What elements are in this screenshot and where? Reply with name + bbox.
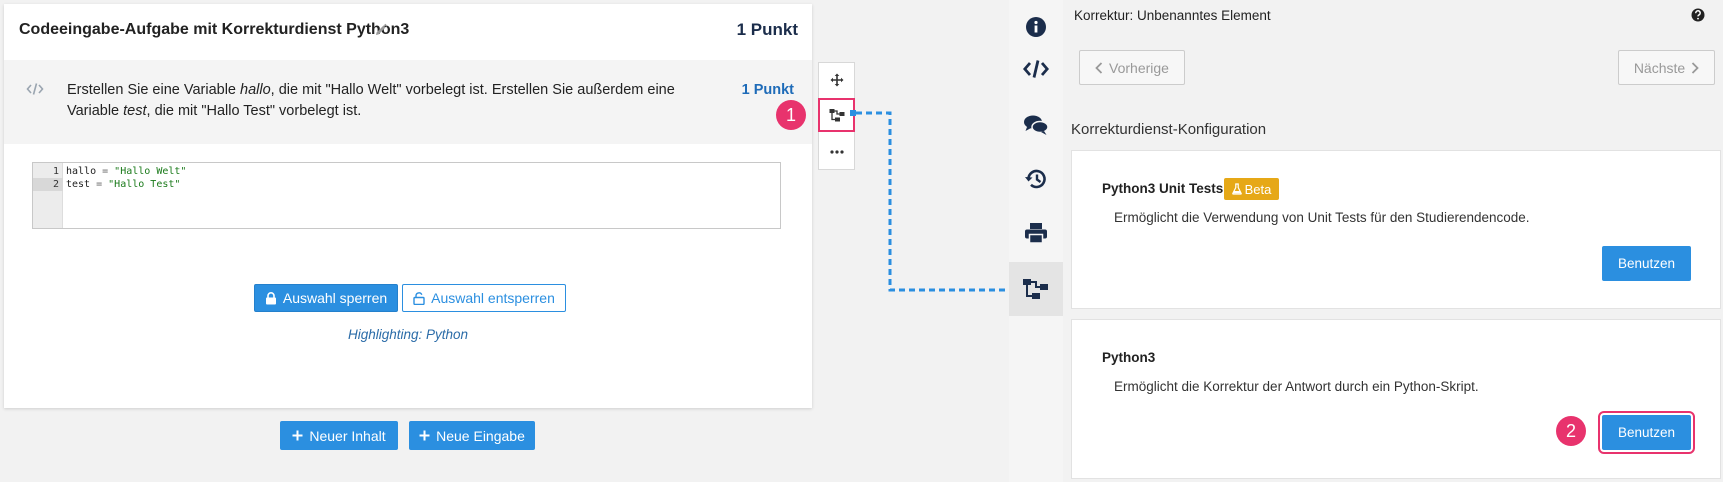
unlock-selection-button[interactable]: Auswahl entsperren bbox=[402, 284, 566, 312]
question-text-part: Erstellen Sie eine Variable bbox=[67, 82, 241, 98]
code-tag-icon bbox=[26, 82, 44, 96]
print-icon bbox=[1025, 223, 1047, 244]
info-icon bbox=[1026, 17, 1046, 37]
rail-item-code[interactable] bbox=[1009, 42, 1063, 96]
task-title: Codeeingabe-Aufgabe mit Korrekturdienst … bbox=[19, 21, 410, 38]
new-content-label: Neuer Inhalt bbox=[309, 427, 386, 444]
next-button[interactable]: Nächste bbox=[1618, 50, 1715, 85]
service-name: Python3 bbox=[1102, 350, 1156, 365]
unlock-selection-label: Auswahl entsperren bbox=[431, 290, 555, 306]
rail-item-print[interactable] bbox=[1009, 206, 1063, 260]
code-string: "Hallo Test" bbox=[108, 179, 181, 190]
code-line[interactable]: 2 test = "Hallo Test" bbox=[33, 178, 781, 191]
more-options-tool[interactable] bbox=[819, 135, 854, 169]
sidebar-rail bbox=[1009, 0, 1063, 482]
history-icon bbox=[1025, 169, 1046, 189]
next-label: Nächste bbox=[1633, 59, 1686, 76]
task-header: Codeeingabe-Aufgabe mit Korrekturdienst … bbox=[4, 4, 812, 60]
question-variable: test bbox=[123, 103, 147, 119]
new-input-label: Neue Eingabe bbox=[436, 427, 525, 444]
section-title: Korrekturdienst-Konfiguration bbox=[1071, 121, 1267, 138]
lock-icon bbox=[265, 291, 276, 304]
correction-panel: Korrektur: Unbenanntes Element Vorherige… bbox=[1063, 0, 1723, 482]
service-card: Python3 Ermöglicht die Korrektur der Ant… bbox=[1071, 319, 1721, 479]
code-line[interactable]: 1 hallo = "Hallo Welt" bbox=[33, 165, 781, 178]
connector-line bbox=[850, 110, 1008, 292]
pencil-icon[interactable] bbox=[374, 23, 388, 37]
question-text-part: , die mit "Hallo Test" vorbelegt ist. bbox=[146, 103, 362, 119]
service-description: Ermöglicht die Korrektur der Antwort dur… bbox=[1114, 379, 1479, 394]
move-handle[interactable] bbox=[819, 63, 854, 97]
question-row[interactable]: Erstellen Sie eine Variable hallo , die m… bbox=[4, 60, 812, 144]
plus-icon bbox=[419, 430, 430, 441]
code-operator: = bbox=[96, 166, 115, 177]
service-description: Ermöglicht die Verwendung von Unit Tests… bbox=[1114, 210, 1530, 225]
code-string: "Hallo Welt" bbox=[114, 166, 187, 177]
code-icon bbox=[1023, 60, 1049, 78]
question-text: Erstellen Sie eine Variable hallo , die m… bbox=[67, 80, 707, 122]
lock-selection-button[interactable]: Auswahl sperren bbox=[254, 284, 398, 312]
chevron-right-icon bbox=[1692, 61, 1699, 74]
task-points: 1 Punkt bbox=[736, 20, 798, 39]
move-icon bbox=[830, 73, 843, 87]
plus-icon bbox=[292, 430, 303, 441]
flask-icon bbox=[1231, 183, 1242, 195]
service-name: Python3 Unit Tests bbox=[1102, 181, 1224, 196]
highlighting-label[interactable]: Highlighting: Python bbox=[4, 327, 812, 342]
use-button[interactable]: Benutzen bbox=[1602, 246, 1691, 281]
panel-title: Korrektur: Unbenanntes Element bbox=[1074, 8, 1271, 23]
chevron-left-icon bbox=[1095, 61, 1103, 74]
beta-label: Beta bbox=[1244, 181, 1272, 197]
code-editor[interactable]: 1 hallo = "Hallo Welt" 2 test = "Hallo T… bbox=[32, 162, 781, 229]
service-card: Python3 Unit Tests Beta Ermöglicht die V… bbox=[1071, 150, 1721, 309]
comments-icon bbox=[1024, 115, 1049, 135]
code-variable: hallo bbox=[66, 166, 97, 177]
code-variable: test bbox=[66, 179, 91, 190]
beta-badge: Beta bbox=[1224, 178, 1279, 200]
code-operator: = bbox=[90, 179, 109, 190]
new-input-button[interactable]: Neue Eingabe bbox=[409, 421, 535, 450]
rail-item-correction-services[interactable] bbox=[1009, 262, 1063, 316]
question-points: 1 Punkt bbox=[741, 82, 794, 98]
question-variable: hallo bbox=[240, 82, 271, 98]
rail-item-history[interactable] bbox=[1009, 152, 1063, 206]
annotation-badge: 1 bbox=[776, 100, 806, 130]
sitemap-icon bbox=[1023, 279, 1048, 299]
sitemap-icon bbox=[829, 109, 844, 122]
ellipsis-icon bbox=[829, 150, 844, 154]
rail-item-comments[interactable] bbox=[1009, 98, 1063, 152]
line-number: 1 bbox=[52, 166, 59, 177]
new-content-button[interactable]: Neuer Inhalt bbox=[280, 421, 398, 450]
previous-label: Vorherige bbox=[1109, 59, 1169, 76]
use-button-highlighted[interactable]: Benutzen bbox=[1598, 411, 1695, 454]
unlock-icon bbox=[413, 291, 425, 305]
lock-selection-label: Auswahl sperren bbox=[282, 290, 388, 306]
annotation-badge: 2 bbox=[1556, 416, 1586, 446]
previous-button[interactable]: Vorherige bbox=[1079, 50, 1185, 85]
help-icon[interactable] bbox=[1691, 8, 1705, 22]
line-number: 2 bbox=[33, 178, 63, 191]
task-card: Codeeingabe-Aufgabe mit Korrekturdienst … bbox=[4, 4, 812, 408]
